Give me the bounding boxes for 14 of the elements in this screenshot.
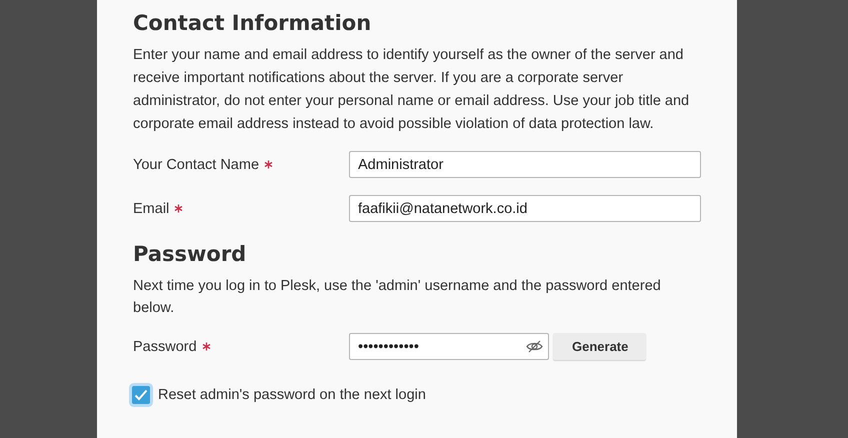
input-field[interactable]: Administrator <box>349 151 701 178</box>
generate-button[interactable]: Generate <box>553 333 646 360</box>
checkbox-label: Reset admin's password on the next login <box>158 387 426 403</box>
section-heading: Contact Information <box>133 10 372 36</box>
eye-slash-icon[interactable] <box>526 340 543 353</box>
field-label: Email <box>133 200 349 216</box>
checkbox[interactable] <box>132 386 150 404</box>
description-text: Enter your name and email address to identify yourself as the owner of the server and receive important notifications about the server. If you are a corporate server administrator, do not enter your personal name or email address. Use your job title and corporate email address instead to avoid possible violation of data protection law. <box>133 46 690 134</box>
password-field[interactable]: •••••••••••• <box>349 333 549 360</box>
field-label: Password <box>133 338 349 354</box>
field-label: Your Contact Name <box>133 156 349 172</box>
input-field[interactable]: faafikii@natanetwork.co.id <box>349 195 701 222</box>
section-heading: Password <box>133 241 248 268</box>
description-text: Next time you log in to Plesk, use the 'admin' username and the password entered below. <box>133 277 662 318</box>
